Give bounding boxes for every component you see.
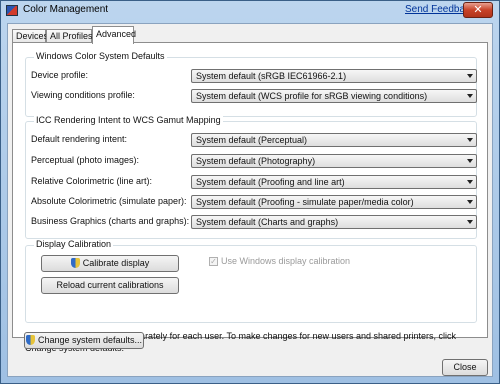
chevron-down-icon xyxy=(467,74,473,78)
close-icon: ✕ xyxy=(473,3,483,16)
use-windows-calibration-label: Use Windows display calibration xyxy=(221,256,351,266)
chevron-down-icon xyxy=(467,180,473,184)
viewing-conditions-value: System default (WCS profile for sRGB vie… xyxy=(196,91,428,101)
viewing-conditions-label: Viewing conditions profile: xyxy=(31,90,135,100)
chevron-down-icon xyxy=(467,138,473,142)
device-profile-value: System default (sRGB IEC61966-2.1) xyxy=(196,71,347,81)
device-profile-dropdown[interactable]: System default (sRGB IEC61966-2.1) xyxy=(191,69,477,83)
window-close-button[interactable]: ✕ xyxy=(463,2,493,18)
relative-colorimetric-value: System default (Proofing and line art) xyxy=(196,177,345,187)
viewing-conditions-dropdown[interactable]: System default (WCS profile for sRGB vie… xyxy=(191,89,477,103)
shield-icon xyxy=(70,258,80,268)
advanced-tab-panel: Windows Color System Defaults Device pro… xyxy=(12,42,488,353)
perceptual-label: Perceptual (photo images): xyxy=(31,155,140,165)
absolute-colorimetric-value: System default (Proofing - simulate pape… xyxy=(196,197,414,207)
wcs-defaults-title: Windows Color System Defaults xyxy=(34,51,167,61)
shield-icon xyxy=(25,335,35,345)
perceptual-dropdown[interactable]: System default (Photography) xyxy=(191,154,477,168)
default-intent-value: System default (Perceptual) xyxy=(196,135,308,145)
icc-mapping-title: ICC Rendering Intent to WCS Gamut Mappin… xyxy=(34,115,223,125)
display-calibration-title: Display Calibration xyxy=(34,239,114,249)
perceptual-value: System default (Photography) xyxy=(196,156,316,166)
device-profile-label: Device profile: xyxy=(31,70,89,80)
calibrate-display-label: Calibrate display xyxy=(82,258,150,268)
use-windows-calibration-checkbox[interactable]: ✓ xyxy=(209,257,218,266)
wcs-defaults-group: Windows Color System Defaults xyxy=(25,51,477,117)
change-system-defaults-label: Change system defaults... xyxy=(37,335,143,345)
window-title: Color Management xyxy=(23,4,109,15)
chevron-down-icon xyxy=(467,94,473,98)
relative-colorimetric-label: Relative Colorimetric (line art): xyxy=(31,176,153,186)
tab-all-profiles[interactable]: All Profiles xyxy=(46,29,93,43)
default-intent-label: Default rendering intent: xyxy=(31,134,128,144)
calibrate-display-button[interactable]: Calibrate display xyxy=(41,255,179,272)
business-graphics-dropdown[interactable]: System default (Charts and graphs) xyxy=(191,215,477,229)
default-intent-dropdown[interactable]: System default (Perceptual) xyxy=(191,133,477,147)
color-management-icon xyxy=(6,5,18,16)
business-graphics-value: System default (Charts and graphs) xyxy=(196,217,339,227)
chevron-down-icon xyxy=(467,200,473,204)
chevron-down-icon xyxy=(467,159,473,163)
close-button[interactable]: Close xyxy=(442,359,488,376)
dialog-client-area: Devices All Profiles Advanced Windows Co… xyxy=(7,23,493,377)
change-system-defaults-button[interactable]: Change system defaults... xyxy=(24,332,144,349)
tab-advanced[interactable]: Advanced xyxy=(92,26,136,44)
chevron-down-icon xyxy=(467,220,473,224)
absolute-colorimetric-label: Absolute Colorimetric (simulate paper): xyxy=(31,196,187,206)
tab-devices[interactable]: Devices xyxy=(12,29,48,43)
title-bar: Color Management Send Feedback ✕ xyxy=(1,1,499,21)
color-management-window: Color Management Send Feedback ✕ Devices… xyxy=(0,0,500,384)
absolute-colorimetric-dropdown[interactable]: System default (Proofing - simulate pape… xyxy=(191,195,477,209)
relative-colorimetric-dropdown[interactable]: System default (Proofing and line art) xyxy=(191,175,477,189)
reload-calibrations-button[interactable]: Reload current calibrations xyxy=(41,277,179,294)
checkmark-icon: ✓ xyxy=(210,257,217,266)
business-graphics-label: Business Graphics (charts and graphs): xyxy=(31,216,190,226)
